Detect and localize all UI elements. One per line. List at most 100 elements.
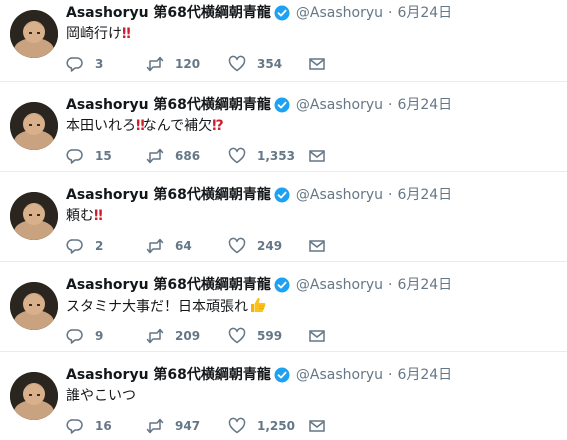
heart-icon bbox=[228, 417, 246, 434]
retweet-icon bbox=[146, 238, 164, 254]
avatar[interactable] bbox=[10, 282, 58, 330]
verified-badge-icon bbox=[274, 277, 290, 293]
display-name[interactable]: Asashoryu 第68代横綱朝青龍 bbox=[66, 96, 271, 114]
thumbs-up-emoji bbox=[249, 296, 267, 314]
like-button[interactable]: 1,353 bbox=[228, 146, 295, 166]
tweet-text-part: なんで補欠 bbox=[142, 118, 213, 134]
retweet-button[interactable]: 686 bbox=[146, 146, 200, 166]
separator-dot: · bbox=[388, 277, 393, 293]
tweet-header: Asashoryu 第68代横綱朝青龍 @Asashoryu · 6月24日 bbox=[66, 96, 452, 114]
double-exclamation-emoji: ‼ bbox=[122, 26, 131, 42]
tweet-date[interactable]: 6月24日 bbox=[397, 96, 452, 114]
retweet-icon bbox=[146, 418, 164, 434]
verified-badge-icon bbox=[274, 187, 290, 203]
reply-button[interactable]: 2 bbox=[66, 236, 103, 256]
like-button[interactable]: 1,250 bbox=[228, 416, 295, 436]
tweet-header: Asashoryu 第68代横綱朝青龍 @Asashoryu · 6月24日 bbox=[66, 276, 452, 294]
direct-message-button[interactable] bbox=[308, 54, 326, 74]
avatar[interactable] bbox=[10, 102, 58, 150]
tweet[interactable]: Asashoryu 第68代横綱朝青龍 @Asashoryu · 6月24日 頼… bbox=[0, 172, 567, 262]
direct-message-button[interactable] bbox=[308, 146, 326, 166]
handle[interactable]: @Asashoryu bbox=[296, 186, 383, 204]
separator-dot: · bbox=[388, 367, 393, 383]
direct-message-button[interactable] bbox=[308, 416, 326, 436]
retweet-button[interactable]: 120 bbox=[146, 54, 200, 74]
tweet-text: 本田いれろ‼なんで補欠⁉ bbox=[66, 116, 224, 136]
reply-button[interactable]: 9 bbox=[66, 326, 103, 346]
reply-button[interactable]: 16 bbox=[66, 416, 112, 436]
like-count: 599 bbox=[257, 329, 283, 343]
retweet-button[interactable]: 209 bbox=[146, 326, 200, 346]
like-count: 1,353 bbox=[257, 149, 295, 163]
display-name[interactable]: Asashoryu 第68代横綱朝青龍 bbox=[66, 276, 271, 294]
envelope-icon bbox=[309, 240, 325, 252]
exclamation-question-emoji: ⁉ bbox=[212, 118, 224, 134]
verified-badge-icon bbox=[274, 97, 290, 113]
retweet-count: 686 bbox=[175, 149, 201, 163]
display-name[interactable]: Asashoryu 第68代横綱朝青龍 bbox=[66, 366, 271, 384]
direct-message-button[interactable] bbox=[308, 326, 326, 346]
like-button[interactable]: 599 bbox=[228, 326, 282, 346]
handle[interactable]: @Asashoryu bbox=[296, 276, 383, 294]
tweet-text: スタミナ大事だ！日本頑張れ bbox=[66, 296, 267, 317]
retweet-button[interactable]: 947 bbox=[146, 416, 200, 436]
tweet-date[interactable]: 6月24日 bbox=[397, 186, 452, 204]
reply-button[interactable]: 15 bbox=[66, 146, 112, 166]
tweet-text-part: 本田いれろ bbox=[66, 118, 136, 134]
avatar[interactable] bbox=[10, 10, 58, 58]
tweet-text: 誰やこいつ bbox=[66, 386, 136, 406]
avatar[interactable] bbox=[10, 372, 58, 420]
tweet-text-part: スタミナ大事だ！日本頑張れ bbox=[66, 299, 248, 315]
tweet[interactable]: Asashoryu 第68代横綱朝青龍 @Asashoryu · 6月24日 本… bbox=[0, 82, 567, 172]
reply-count: 16 bbox=[95, 419, 112, 433]
tweet-text-part: 岡崎行け bbox=[66, 26, 122, 42]
verified-badge-icon bbox=[274, 5, 290, 21]
reply-icon bbox=[66, 149, 83, 164]
reply-count: 15 bbox=[95, 149, 112, 163]
like-count: 354 bbox=[257, 57, 283, 71]
like-button[interactable]: 354 bbox=[228, 54, 282, 74]
heart-icon bbox=[228, 237, 246, 254]
tweet-date[interactable]: 6月24日 bbox=[397, 276, 452, 294]
tweet[interactable]: Asashoryu 第68代横綱朝青龍 @Asashoryu · 6月24日 ス… bbox=[0, 262, 567, 352]
handle[interactable]: @Asashoryu bbox=[296, 366, 383, 384]
envelope-icon bbox=[309, 58, 325, 70]
tweet[interactable]: Asashoryu 第68代横綱朝青龍 @Asashoryu · 6月24日 誰… bbox=[0, 352, 567, 440]
display-name[interactable]: Asashoryu 第68代横綱朝青龍 bbox=[66, 186, 271, 204]
separator-dot: · bbox=[388, 187, 393, 203]
envelope-icon bbox=[309, 150, 325, 162]
reply-count: 9 bbox=[95, 329, 104, 343]
double-exclamation-emoji: ‼ bbox=[94, 208, 103, 224]
tweet-date[interactable]: 6月24日 bbox=[397, 4, 452, 22]
envelope-icon bbox=[309, 420, 325, 432]
retweet-count: 947 bbox=[175, 419, 201, 433]
retweet-icon bbox=[146, 328, 164, 344]
reply-button[interactable]: 3 bbox=[66, 54, 103, 74]
avatar[interactable] bbox=[10, 192, 58, 240]
reply-count: 3 bbox=[95, 57, 104, 71]
verified-badge-icon bbox=[274, 367, 290, 383]
tweet-text-part: 誰やこいつ bbox=[66, 388, 136, 404]
retweet-button[interactable]: 64 bbox=[146, 236, 192, 256]
tweet-text: 頼む‼ bbox=[66, 206, 103, 226]
tweet-header: Asashoryu 第68代横綱朝青龍 @Asashoryu · 6月24日 bbox=[66, 366, 452, 384]
reply-icon bbox=[66, 57, 83, 72]
tweet-header: Asashoryu 第68代横綱朝青龍 @Asashoryu · 6月24日 bbox=[66, 186, 452, 204]
separator-dot: · bbox=[388, 5, 393, 21]
tweet[interactable]: Asashoryu 第68代横綱朝青龍 @Asashoryu · 6月24日 岡… bbox=[0, 0, 567, 82]
handle[interactable]: @Asashoryu bbox=[296, 4, 383, 22]
direct-message-button[interactable] bbox=[308, 236, 326, 256]
reply-icon bbox=[66, 419, 83, 434]
display-name[interactable]: Asashoryu 第68代横綱朝青龍 bbox=[66, 4, 271, 22]
tweet-date[interactable]: 6月24日 bbox=[397, 366, 452, 384]
double-exclamation-emoji: ‼ bbox=[136, 118, 145, 134]
retweet-count: 209 bbox=[175, 329, 201, 343]
like-count: 1,250 bbox=[257, 419, 295, 433]
handle[interactable]: @Asashoryu bbox=[296, 96, 383, 114]
reply-icon bbox=[66, 329, 83, 344]
tweet-header: Asashoryu 第68代横綱朝青龍 @Asashoryu · 6月24日 bbox=[66, 4, 452, 22]
like-button[interactable]: 249 bbox=[228, 236, 282, 256]
retweet-count: 64 bbox=[175, 239, 192, 253]
heart-icon bbox=[228, 147, 246, 164]
reply-icon bbox=[66, 239, 83, 254]
